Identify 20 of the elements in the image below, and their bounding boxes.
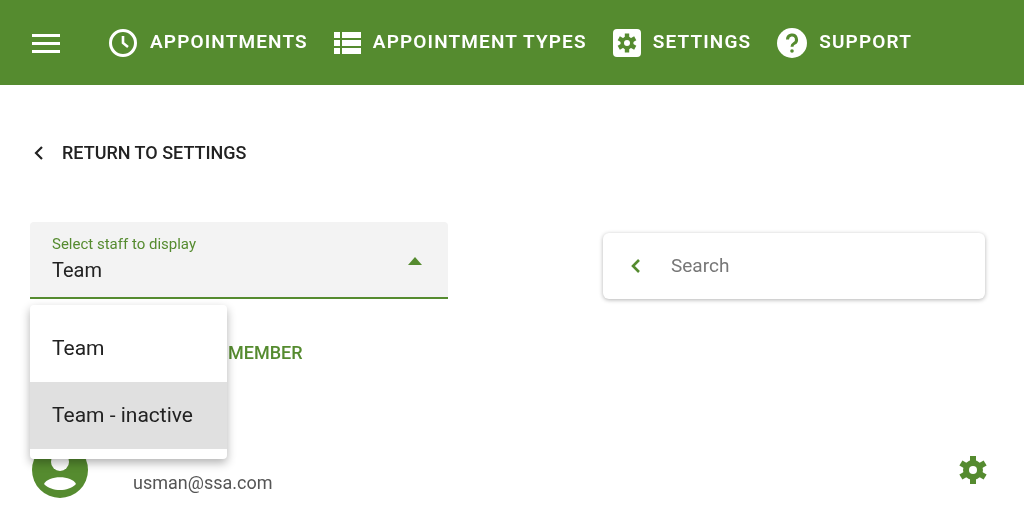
dropdown-option[interactable]: Team - inactive	[30, 382, 227, 449]
add-member-link[interactable]: MEMBER	[228, 342, 303, 363]
dropdown-option[interactable]: Team	[30, 315, 227, 382]
return-link[interactable]: RETURN TO SETTINGS	[34, 139, 247, 166]
clock-icon	[108, 27, 138, 58]
menu-icon[interactable]	[32, 32, 60, 53]
search-bar[interactable]: Search	[603, 233, 985, 299]
list-icon	[333, 31, 361, 54]
staff-select[interactable]: Select staff to display Team	[30, 222, 448, 299]
nav-link[interactable]: SETTINGS	[612, 28, 752, 57]
help-icon	[777, 27, 808, 58]
search-field[interactable]: Search	[671, 251, 951, 281]
settings-icon[interactable]	[958, 455, 988, 485]
chevron-left-icon[interactable]	[631, 258, 641, 274]
nav-link[interactable]: SUPPORT	[777, 27, 912, 58]
nav-link[interactable]: APPOINTMENTS	[108, 27, 308, 58]
settings-icon	[612, 28, 641, 57]
nav-link[interactable]: APPOINTMENT TYPES	[333, 28, 587, 57]
staff-email: usman@ssa.com	[133, 471, 274, 495]
chevron-left-icon	[34, 145, 44, 160]
